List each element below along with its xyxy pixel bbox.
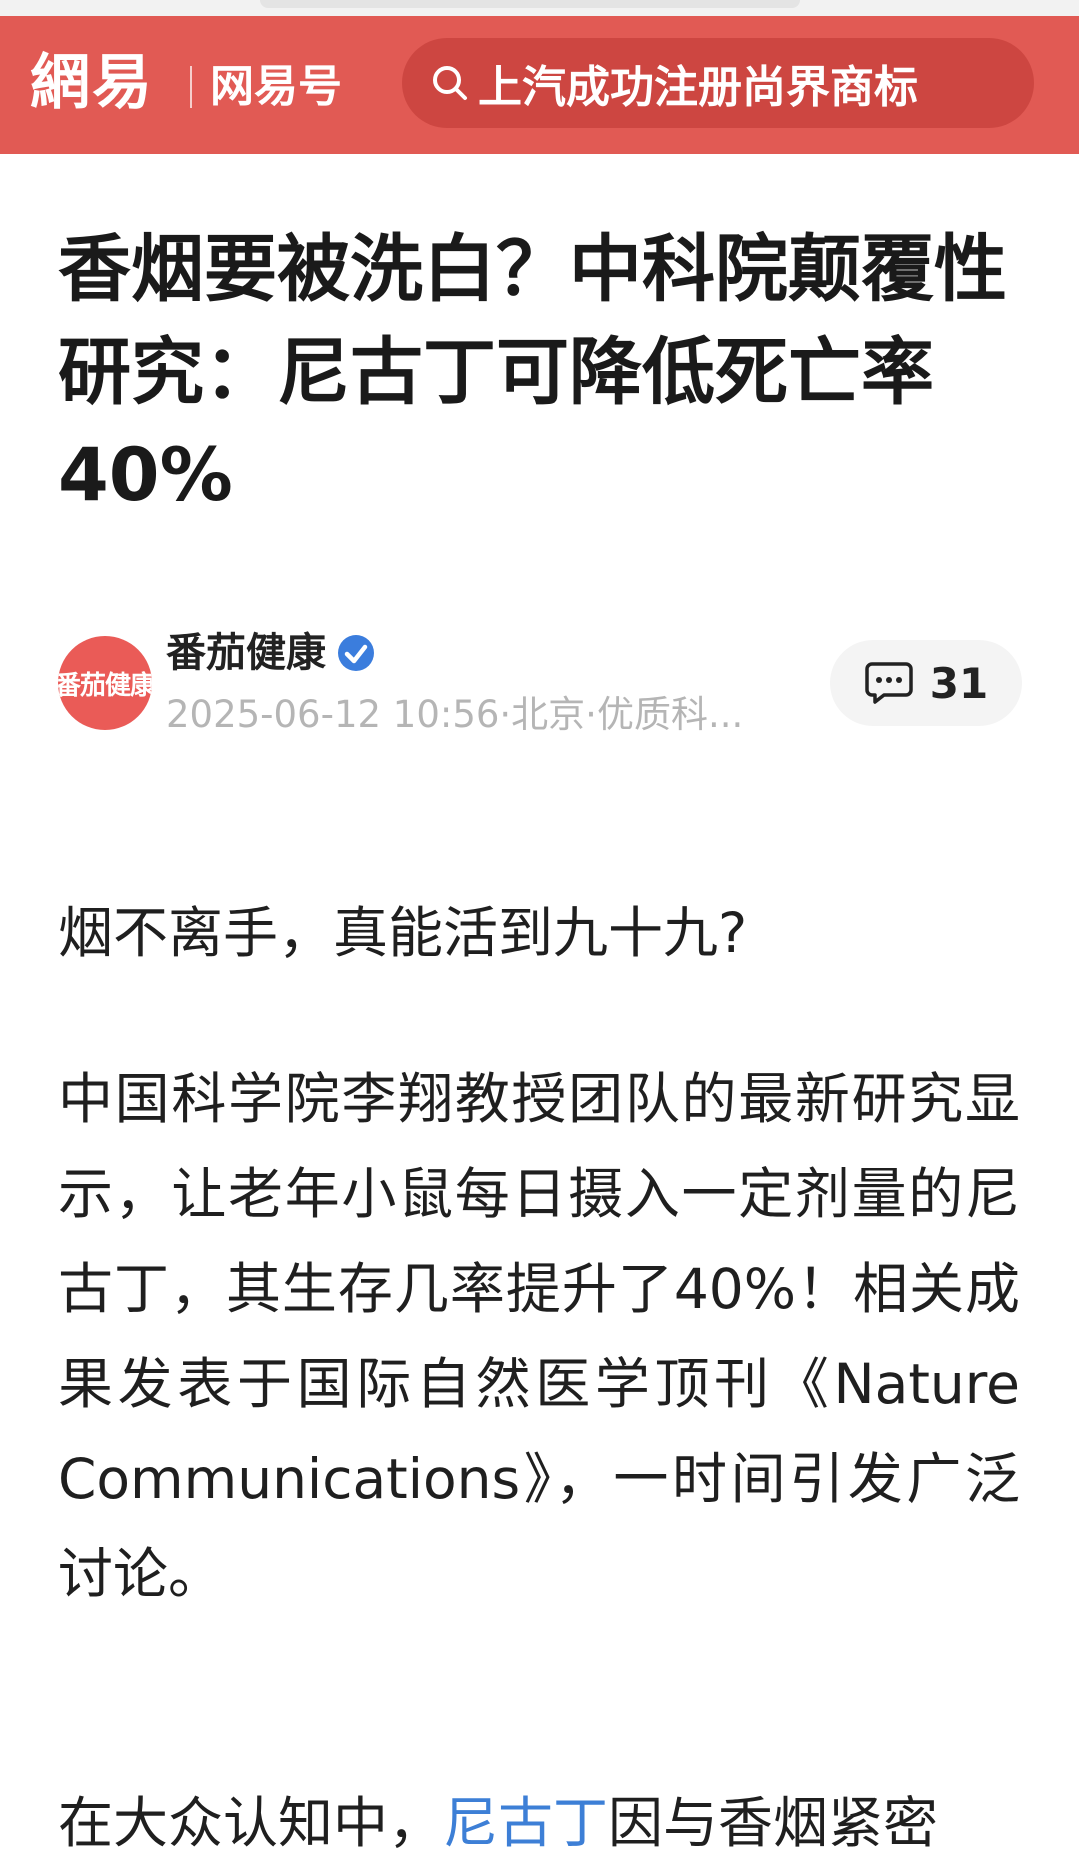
- channel-name[interactable]: 网易号: [210, 58, 342, 116]
- paragraph-3-text-end: 因与香烟紧密: [608, 1791, 939, 1855]
- status-strip: [0, 0, 1079, 16]
- verified-badge-icon: [338, 635, 374, 671]
- author-name[interactable]: 番茄健康: [166, 626, 326, 680]
- app-header: 網易 网易号 上汽成功注册尚界商标: [0, 16, 1079, 154]
- status-pill: [260, 0, 800, 8]
- comment-count: 31: [929, 658, 989, 708]
- author-avatar[interactable]: 番茄健康: [58, 636, 152, 730]
- comment-button[interactable]: 31: [830, 640, 1022, 726]
- article-paragraph-3: 在大众认知中，尼古丁因与香烟紧密: [58, 1778, 1020, 1868]
- comment-icon: [865, 662, 913, 704]
- search-suggestion: 上汽成功注册尚界商标: [478, 62, 918, 113]
- netease-logo[interactable]: 網易: [30, 48, 154, 118]
- author-row: 番茄健康: [166, 626, 376, 680]
- article-meta: 2025-06-12 10:56·北京·优质科...: [166, 693, 744, 736]
- nicotine-link[interactable]: 尼古丁: [443, 1791, 608, 1855]
- search-icon: [433, 66, 467, 100]
- avatar-logo-text: 番茄健康: [58, 670, 152, 701]
- search-bar[interactable]: 上汽成功注册尚界商标: [402, 38, 1034, 128]
- article-title: 香烟要被洗白？中科院颠覆性研究：尼古丁可降低死亡率40%: [58, 227, 1007, 518]
- paragraph-3-text-start: 在大众认知中，: [58, 1791, 444, 1855]
- article-paragraph-1: 烟不离手，真能活到九十九?: [58, 901, 748, 965]
- header-divider: [190, 66, 192, 108]
- article-paragraph-2: 中国科学院李翔教授团队的最新研究显示，让老年小鼠每日摄入一定剂量的尼古丁，其生存…: [58, 1067, 1020, 1606]
